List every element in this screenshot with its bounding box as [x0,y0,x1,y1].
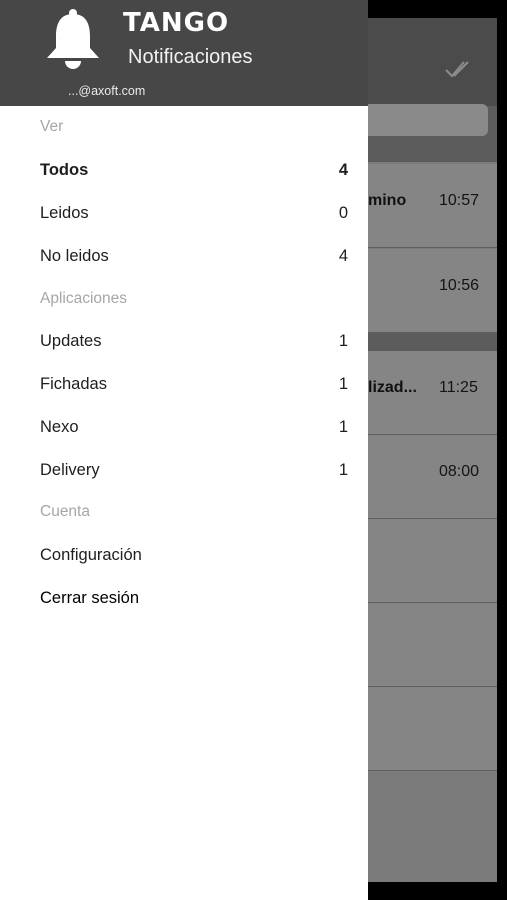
menu-item-label: Nexo [40,418,79,436]
notification-time: 10:57 [439,192,480,209]
menu-item-count: 1 [338,461,348,479]
menu-item-label: Fichadas [40,375,107,393]
user-email: ...@axoft.com [68,84,146,98]
menu-item-count: 1 [338,332,348,350]
menu-item-count: 1 [338,375,348,393]
menu-item-leidos[interactable]: Leidos 0 [0,192,368,235]
menu-item-todos[interactable]: Todos 4 [0,149,368,192]
menu-item-configuracion[interactable]: Configuración [0,534,368,577]
menu-item-updates[interactable]: Updates 1 [0,320,368,363]
navigation-drawer: TANGO Notificaciones ...@axoft.com Ver T… [0,0,368,900]
section-header-aplicaciones: Aplicaciones [0,278,368,321]
section-header-cuenta: Cuenta [0,491,368,534]
menu-item-label: Configuración [40,546,142,564]
notification-time: 08:00 [439,463,480,480]
menu-item-fichadas[interactable]: Fichadas 1 [0,363,368,406]
menu-item-delivery[interactable]: Delivery 1 [0,449,368,492]
menu-item-label: Delivery [40,461,100,479]
double-check-icon[interactable] [444,58,474,80]
brand-logo: TANGO [123,8,230,38]
menu-item-nexo[interactable]: Nexo 1 [0,406,368,449]
notification-title: mino [368,192,407,209]
notification-time: 11:25 [439,379,478,396]
section-label: Ver [40,118,64,135]
menu-item-label: Cerrar sesión [40,589,140,607]
menu-item-label: Todos [40,161,89,179]
section-label: Aplicaciones [40,290,128,307]
notification-title: lizad... [368,379,417,396]
menu-item-no-leidos[interactable]: No leidos 4 [0,235,368,278]
section-header-ver: Ver [0,106,368,149]
drawer-header: TANGO Notificaciones ...@axoft.com [0,0,368,106]
bell-icon [47,9,99,69]
menu-item-count: 4 [338,161,348,179]
menu-item-label: Updates [40,332,102,350]
section-label: Cuenta [40,503,90,520]
notification-time: 10:56 [439,277,480,294]
menu-item-count: 0 [338,204,348,222]
menu-item-label: No leidos [40,247,109,265]
app-subtitle: Notificaciones [128,46,253,68]
menu-item-label: Leidos [40,204,89,222]
menu-item-count: 1 [338,418,348,436]
menu-item-count: 4 [338,247,348,265]
menu-item-cerrar-sesion[interactable]: Cerrar sesión [0,577,368,620]
